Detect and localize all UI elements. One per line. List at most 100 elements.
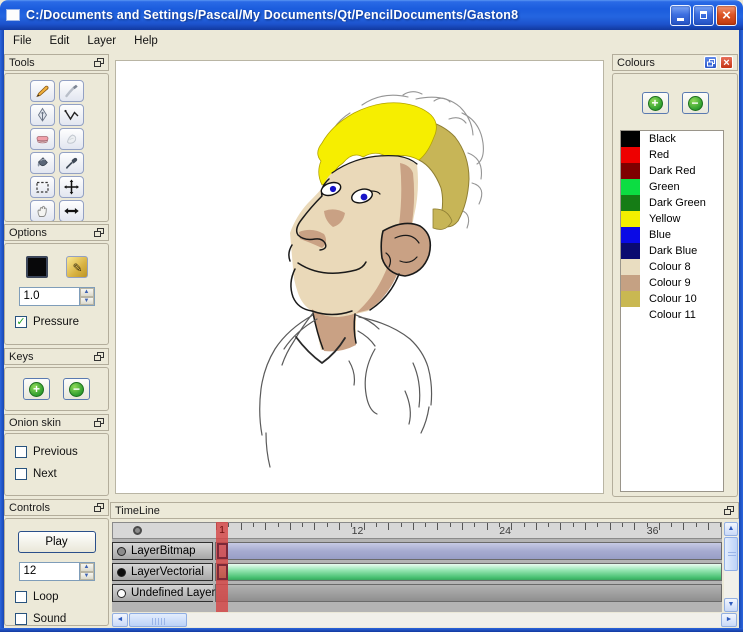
colour-swatch[interactable] (621, 307, 640, 323)
colour-swatch[interactable] (621, 147, 640, 163)
tool-eyedropper-button[interactable] (59, 152, 84, 174)
colour-swatch[interactable] (621, 275, 640, 291)
colour-swatch[interactable] (621, 179, 640, 195)
play-button[interactable]: Play (18, 531, 96, 553)
pressure-checkbox[interactable]: ✓ (15, 316, 27, 328)
float-panel-icon[interactable] (724, 506, 734, 515)
colour-row-red[interactable]: Red (621, 147, 723, 163)
colour-swatch[interactable] (621, 211, 640, 227)
layer-visibility-icon[interactable] (117, 589, 126, 598)
colour-row-colour-9[interactable]: Colour 9 (621, 275, 723, 291)
float-panel-icon[interactable] (94, 58, 104, 67)
colour-row-colour-10[interactable]: Colour 10 (621, 291, 723, 307)
remove-colour-button[interactable]: − (682, 92, 709, 114)
colour-swatch[interactable] (621, 195, 640, 211)
layer-name: LayerBitmap (131, 545, 196, 557)
colour-swatch[interactable] (621, 243, 640, 259)
fps-spinbox[interactable]: 12 ▲ ▼ (19, 562, 95, 581)
layer-track-layerbitmap[interactable] (215, 542, 722, 560)
float-panel-icon[interactable] (94, 503, 104, 512)
float-panel-icon[interactable] (94, 418, 104, 427)
layer-visibility-icon[interactable] (117, 568, 126, 577)
scroll-right-icon[interactable]: ► (721, 613, 737, 627)
scroll-left-icon[interactable]: ◄ (112, 613, 128, 627)
tool-flip-horizontal-button[interactable] (59, 200, 84, 222)
colour-row-dark-green[interactable]: Dark Green (621, 195, 723, 211)
layer-label-layerbitmap[interactable]: LayerBitmap (112, 542, 213, 560)
polyline-icon (63, 107, 80, 123)
colour-swatch[interactable] (621, 163, 640, 179)
hand-icon (34, 203, 51, 219)
tool-polyline-button[interactable] (59, 104, 84, 126)
maximize-button[interactable] (693, 5, 714, 26)
loop-checkbox[interactable] (15, 591, 27, 603)
float-panel-icon[interactable] (94, 352, 104, 361)
close-panel-button[interactable]: × (720, 56, 733, 69)
vertical-scrollbar-thumb[interactable] (724, 537, 738, 571)
tool-pencil-button[interactable] (30, 80, 55, 102)
add-key-button[interactable]: + (23, 378, 50, 400)
spin-up-icon[interactable]: ▲ (80, 563, 94, 572)
spin-down-icon[interactable]: ▼ (80, 297, 94, 306)
float-panel-icon[interactable] (94, 228, 104, 237)
key-frame-cell[interactable] (217, 543, 228, 559)
horizontal-scrollbar-thumb[interactable] (129, 613, 187, 627)
colour-row-black[interactable]: Black (621, 131, 723, 147)
menu-item-file[interactable]: File (4, 32, 41, 50)
ruler-knob-icon[interactable] (133, 526, 142, 535)
tool-smudge-button[interactable] (59, 128, 84, 150)
tool-eraser-button[interactable] (30, 128, 55, 150)
previous-checkbox[interactable] (15, 446, 27, 458)
tool-pen-button[interactable] (59, 80, 84, 102)
scroll-down-icon[interactable]: ▼ (724, 598, 738, 612)
colours-panel-titlebar: Colours × (612, 54, 738, 71)
timeline-ruler[interactable]: 122436 (112, 522, 722, 539)
tool-vector-pen-button[interactable] (30, 104, 55, 126)
colour-row-colour-8[interactable]: Colour 8 (621, 259, 723, 275)
sound-checkbox[interactable] (15, 613, 27, 625)
maximize-icon (700, 11, 707, 19)
close-button[interactable]: × (716, 5, 737, 26)
key-frame-cell[interactable] (217, 564, 228, 580)
colour-row-dark-red[interactable]: Dark Red (621, 163, 723, 179)
layer-track-undefined-layer[interactable] (215, 584, 722, 602)
remove-key-button[interactable]: − (63, 378, 90, 400)
layer-track-layervectorial[interactable] (215, 563, 722, 581)
menu-item-layer[interactable]: Layer (78, 32, 125, 50)
ruler-tick (634, 523, 635, 530)
colour-swatch[interactable] (621, 227, 640, 243)
drawing-canvas[interactable] (115, 60, 604, 494)
colour-row-yellow[interactable]: Yellow (621, 211, 723, 227)
menu-item-help[interactable]: Help (125, 32, 167, 50)
current-colour-swatch[interactable] (26, 256, 48, 278)
tool-select-button[interactable] (30, 176, 55, 198)
spin-down-icon[interactable]: ▼ (80, 572, 94, 581)
tool-hand-button[interactable] (30, 200, 55, 222)
layer-label-layervectorial[interactable]: LayerVectorial (112, 563, 213, 581)
timeline-horizontal-scrollbar[interactable]: ◄ ► (112, 613, 737, 627)
colour-swatch[interactable] (621, 259, 640, 275)
menu-item-edit[interactable]: Edit (41, 32, 79, 50)
colour-swatch[interactable] (621, 131, 640, 147)
float-panel-button[interactable] (704, 56, 717, 69)
add-colour-button[interactable]: + (642, 92, 669, 114)
colour-row-colour-11[interactable]: Colour 11 (621, 307, 723, 323)
ruler-tick (228, 523, 229, 527)
colour-row-green[interactable]: Green (621, 179, 723, 195)
next-checkbox[interactable] (15, 468, 27, 480)
colour-row-blue[interactable]: Blue (621, 227, 723, 243)
minimize-button[interactable] (670, 5, 691, 26)
pencil-style-swatch[interactable]: ✎ (66, 256, 88, 278)
colour-row-dark-blue[interactable]: Dark Blue (621, 243, 723, 259)
tool-bucket-button[interactable] (30, 152, 55, 174)
title-bar[interactable]: C:/Documents and Settings/Pascal/My Docu… (0, 0, 743, 30)
scroll-up-icon[interactable]: ▲ (724, 522, 738, 536)
layer-visibility-icon[interactable] (117, 547, 126, 556)
tool-move-button[interactable] (59, 176, 84, 198)
colour-swatch[interactable] (621, 291, 640, 307)
spin-up-icon[interactable]: ▲ (80, 288, 94, 297)
timeline-vertical-scrollbar[interactable]: ▲ ▼ (724, 522, 738, 612)
layer-label-undefined-layer[interactable]: Undefined Layer (112, 584, 213, 602)
stroke-width-spinbox[interactable]: 1.0 ▲ ▼ (19, 287, 95, 306)
options-panel-titlebar: Options (4, 224, 109, 241)
